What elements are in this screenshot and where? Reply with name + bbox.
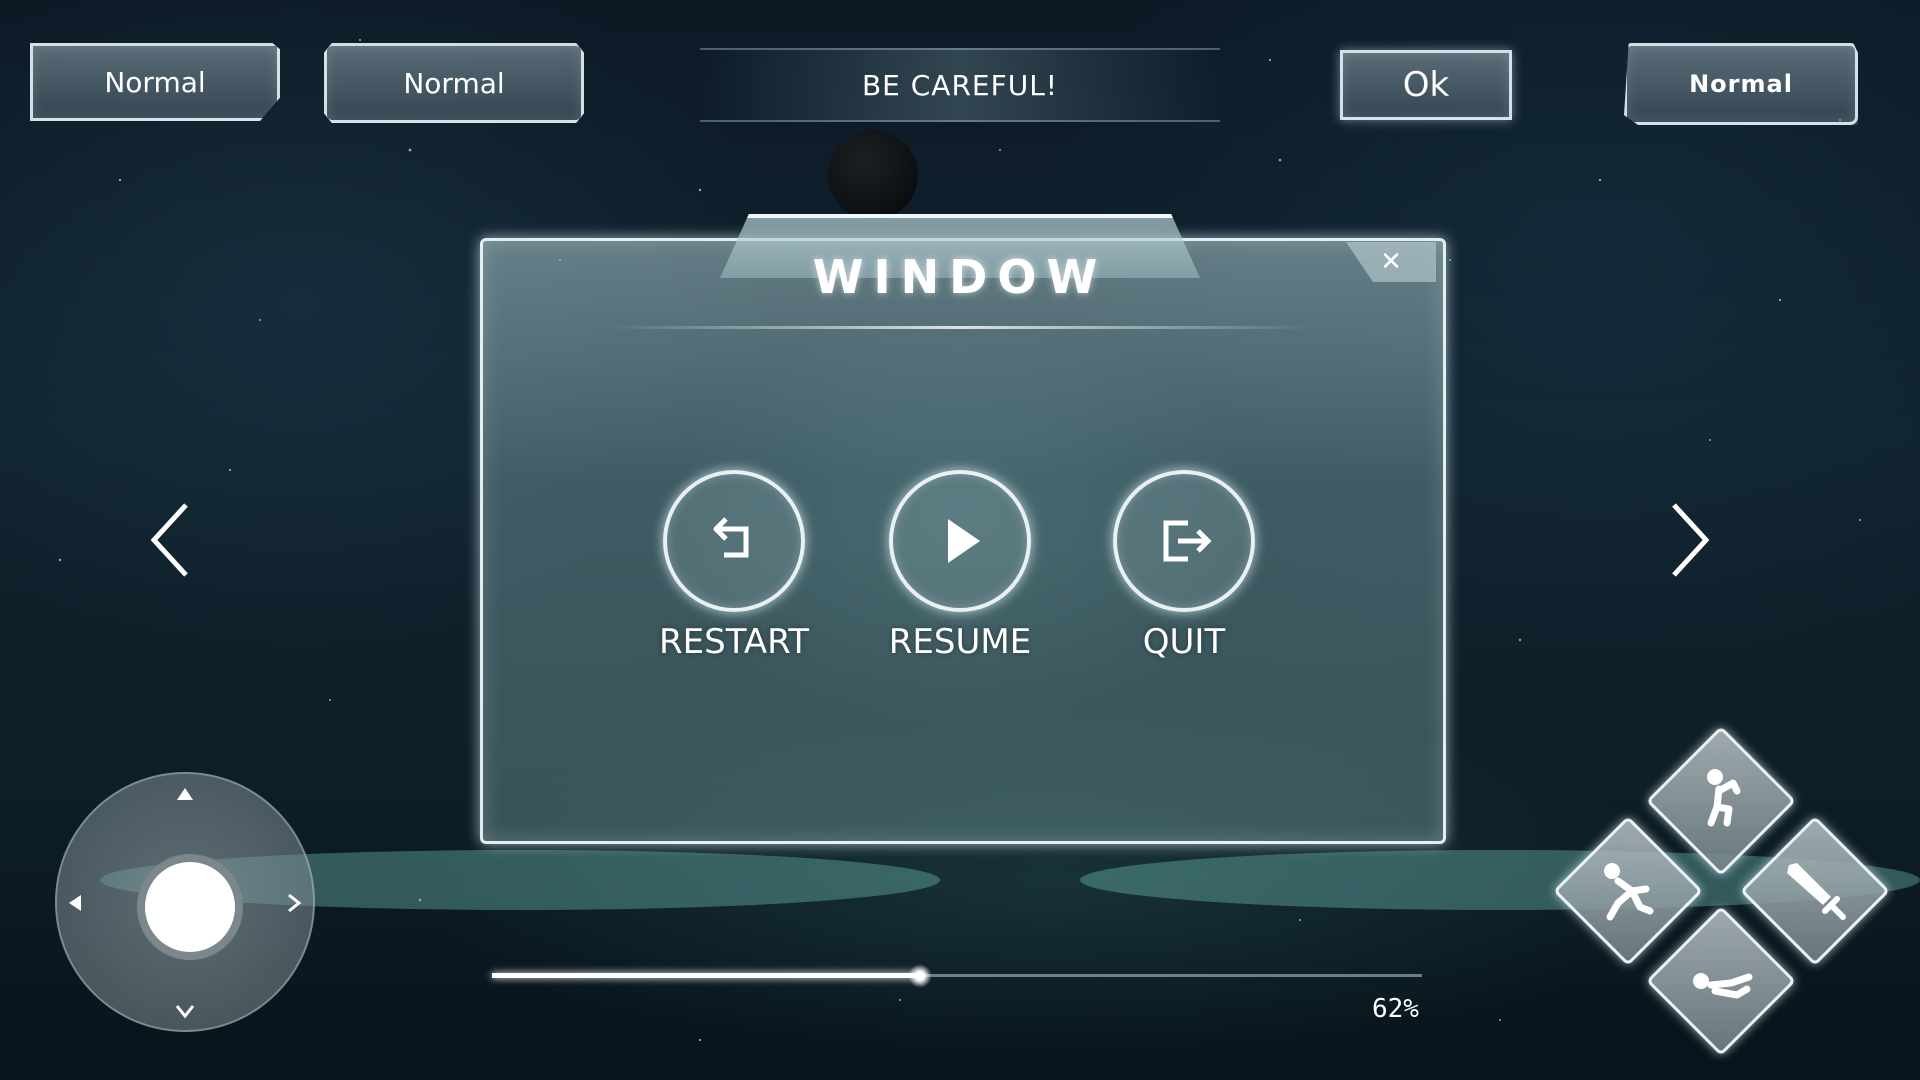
jump-skill-button[interactable]	[1646, 726, 1796, 876]
exit-icon	[1113, 470, 1255, 612]
crouch-skill-button[interactable]	[1646, 906, 1796, 1056]
ok-button-label: Ok	[1402, 65, 1450, 105]
normal-button-2-label: Normal	[403, 66, 505, 100]
normal-button-3-label: Normal	[1689, 70, 1793, 98]
attack-skill-button[interactable]	[1740, 816, 1890, 966]
jump-icon	[1707, 769, 1741, 827]
normal-button-3[interactable]: Normal	[1624, 43, 1858, 125]
quit-label: QUIT	[1142, 622, 1226, 662]
close-icon: ✕	[1380, 247, 1402, 277]
ok-button[interactable]: Ok	[1340, 50, 1512, 120]
next-button[interactable]	[1664, 500, 1714, 580]
normal-button-1[interactable]: Normal	[30, 43, 280, 121]
play-icon	[889, 470, 1031, 612]
chevron-right-icon[interactable]	[283, 892, 305, 914]
resume-button[interactable]: RESUME	[860, 470, 1060, 662]
progress-fill	[492, 973, 920, 978]
chevron-down-icon[interactable]	[174, 1000, 196, 1022]
warning-banner-text: BE CAREFUL!	[861, 68, 1059, 102]
normal-button-2[interactable]: Normal	[324, 43, 584, 123]
quit-button[interactable]: QUIT	[1084, 470, 1284, 662]
restart-label: RESTART	[659, 622, 809, 662]
progress-slider[interactable]	[492, 964, 1422, 988]
crouch-icon	[1693, 973, 1753, 999]
joystick-knob[interactable]	[137, 854, 243, 960]
chevron-left-icon	[150, 503, 188, 577]
warning-banner: BE CAREFUL!	[700, 48, 1220, 122]
chevron-right-icon	[1672, 503, 1710, 577]
run-icon	[1604, 863, 1654, 921]
progress-thumb[interactable]	[907, 964, 932, 988]
previous-button[interactable]	[146, 500, 196, 580]
sword-icon	[1787, 863, 1846, 920]
window-title: WINDOW	[812, 250, 1108, 304]
dark-planet	[828, 130, 918, 220]
chevron-left-icon[interactable]	[65, 892, 87, 914]
restart-button[interactable]: RESTART	[634, 470, 834, 662]
virtual-joystick[interactable]	[55, 772, 315, 1032]
resume-label: RESUME	[888, 622, 1032, 662]
restart-icon	[663, 470, 805, 612]
normal-button-1-label: Normal	[104, 65, 206, 99]
title-divider	[610, 326, 1310, 329]
progress-percent: 62%	[1372, 994, 1419, 1024]
chevron-up-icon[interactable]	[174, 784, 196, 806]
